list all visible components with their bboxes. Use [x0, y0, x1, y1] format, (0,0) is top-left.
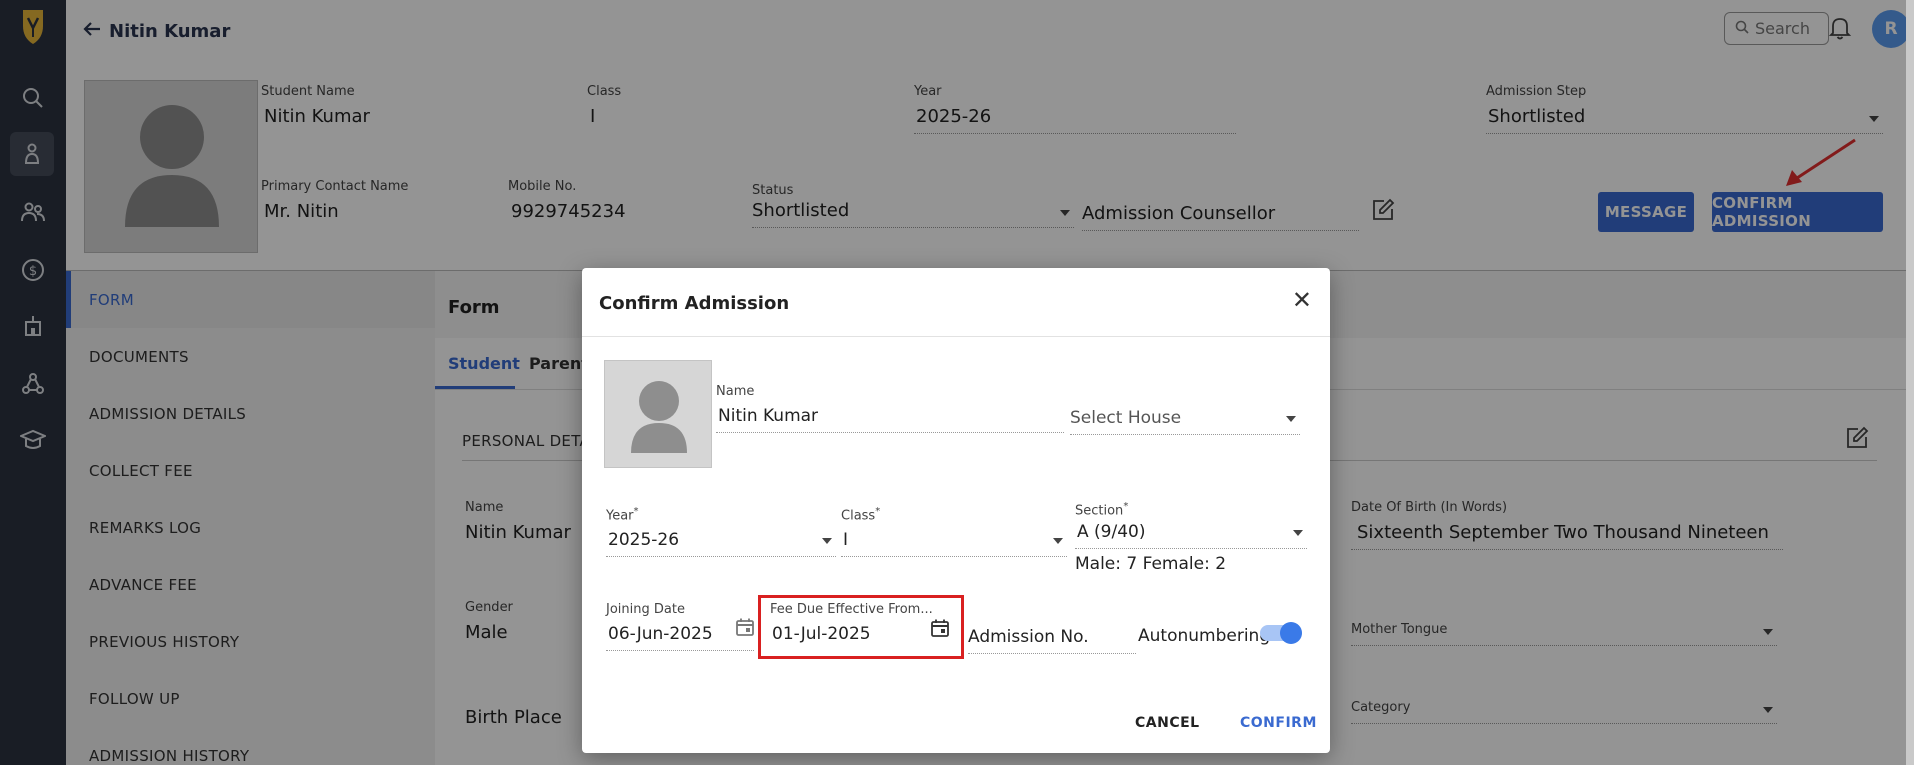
caret-down-icon	[1286, 416, 1296, 422]
highlight-box	[758, 595, 964, 659]
caret-down-icon	[1293, 530, 1303, 537]
name-field: Name Nitin Kumar	[716, 384, 1064, 433]
admission-no-input[interactable]: Admission No.	[968, 627, 1136, 654]
caret-down-icon	[1053, 538, 1063, 545]
class-select[interactable]: Class* I	[841, 506, 1067, 558]
cancel-button[interactable]: CANCEL	[1135, 715, 1200, 731]
autonumbering-toggle[interactable]	[1260, 622, 1302, 644]
student-photo	[604, 360, 712, 468]
section-select[interactable]: Section* A (9/40)	[1075, 501, 1307, 550]
caret-down-icon	[822, 538, 832, 545]
section-gender-counts: Male: 7 Female: 2	[1075, 554, 1227, 574]
close-icon[interactable]: ✕	[1292, 288, 1312, 312]
confirm-admission-dialog: Confirm Admission ✕ Name Nitin Kumar Sel…	[582, 268, 1330, 753]
autonumbering-label: Autonumbering	[1138, 626, 1271, 646]
scrollbar[interactable]	[1906, 0, 1914, 765]
joining-date-field[interactable]: Joining Date 06-Jun-2025	[606, 602, 754, 651]
year-select[interactable]: Year* 2025-26	[606, 506, 836, 558]
confirm-button[interactable]: CONFIRM	[1240, 715, 1317, 731]
house-select[interactable]: Select House	[1070, 408, 1300, 435]
toggle-knob	[1280, 622, 1302, 644]
dialog-divider	[582, 336, 1330, 337]
calendar-icon[interactable]	[735, 617, 755, 641]
dialog-title: Confirm Admission	[599, 293, 790, 314]
